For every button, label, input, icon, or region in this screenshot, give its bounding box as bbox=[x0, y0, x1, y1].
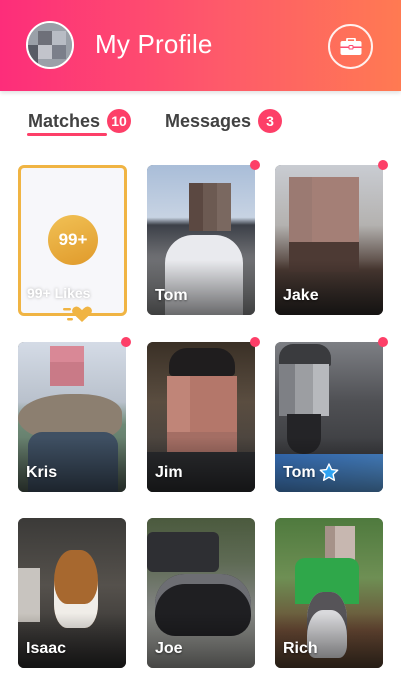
likes-card[interactable]: 99+ 99+ Likes bbox=[18, 165, 127, 323]
fast-heart-icon bbox=[63, 306, 92, 323]
match-name: Tom bbox=[155, 287, 188, 304]
messages-count-badge: 3 bbox=[258, 109, 283, 133]
pixelated-face bbox=[189, 183, 231, 231]
tab-messages[interactable]: Messages 3 bbox=[165, 109, 283, 133]
pixelated-face bbox=[279, 364, 329, 416]
new-match-dot bbox=[378, 337, 388, 347]
cap-area bbox=[279, 344, 331, 366]
tab-matches-label: Matches bbox=[28, 110, 101, 131]
match-card-jake[interactable]: Jake bbox=[275, 165, 383, 315]
verified-star-icon bbox=[319, 463, 338, 481]
match-name: Tom bbox=[283, 463, 339, 482]
match-name: Joe bbox=[155, 640, 183, 657]
pixelated-face bbox=[289, 177, 359, 272]
app-header: My Profile bbox=[0, 0, 401, 91]
match-card-isaac[interactable]: Isaac bbox=[18, 518, 126, 668]
match-card-rich[interactable]: Rich bbox=[275, 518, 383, 668]
new-match-dot bbox=[121, 337, 131, 347]
truck-shape bbox=[147, 532, 219, 572]
match-name: Isaac bbox=[26, 640, 67, 657]
pixelated-face bbox=[325, 526, 355, 562]
matches-count-badge: 10 bbox=[107, 109, 132, 133]
tab-matches[interactable]: Matches 10 bbox=[28, 109, 132, 133]
match-name: Rich bbox=[283, 640, 318, 657]
tab-bar: Matches 10 Messages 3 bbox=[0, 91, 401, 141]
cap-area bbox=[169, 348, 235, 376]
pixelated-face bbox=[50, 346, 84, 386]
match-card-kris[interactable]: Kris bbox=[18, 342, 126, 492]
match-card-joe[interactable]: Joe bbox=[147, 518, 255, 668]
tab-messages-label: Messages bbox=[165, 110, 252, 131]
new-match-dot bbox=[250, 337, 260, 347]
new-match-dot bbox=[250, 160, 260, 170]
profile-avatar[interactable] bbox=[26, 21, 74, 69]
page-title: My Profile bbox=[95, 29, 213, 59]
match-card-jim[interactable]: Jim bbox=[147, 342, 255, 492]
match-name: Kris bbox=[26, 464, 58, 481]
match-card-tom[interactable]: Tom bbox=[147, 165, 255, 315]
likes-count-badge: 99+ bbox=[48, 215, 98, 265]
match-name: Jake bbox=[283, 287, 319, 304]
briefcase-icon bbox=[340, 37, 361, 55]
match-name: Jim bbox=[155, 464, 183, 481]
match-card-tom-verified[interactable]: Tom bbox=[275, 342, 383, 492]
active-tab-indicator bbox=[27, 133, 107, 136]
match-name-text: Tom bbox=[283, 463, 316, 481]
likes-label: 99+ Likes bbox=[27, 285, 91, 301]
new-match-dot bbox=[378, 160, 388, 170]
briefcase-button[interactable] bbox=[328, 24, 373, 69]
